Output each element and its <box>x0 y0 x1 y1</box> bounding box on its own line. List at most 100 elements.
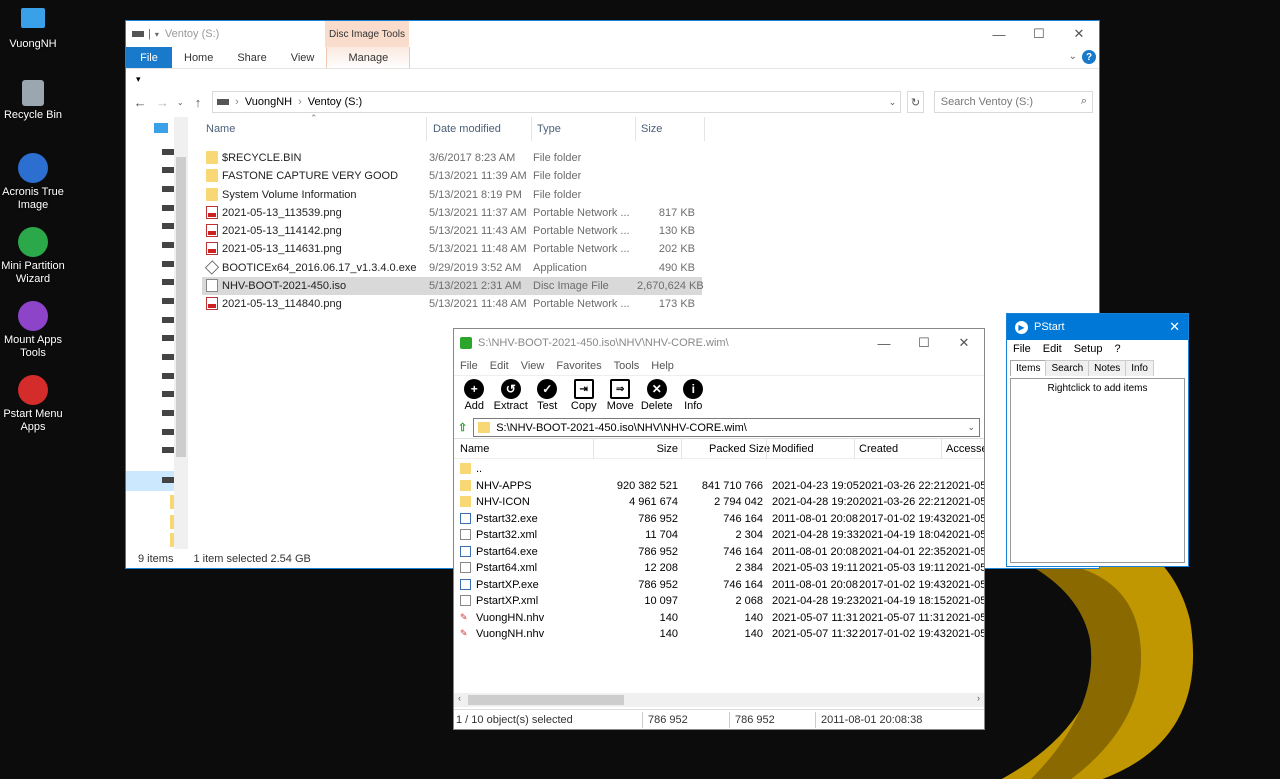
info-button[interactable]: i Info <box>675 376 712 412</box>
tab-manage[interactable]: Manage <box>326 47 411 68</box>
drive-icon[interactable] <box>162 373 174 379</box>
path-dropdown-icon[interactable]: ⌄ <box>967 422 975 433</box>
drive-icon[interactable] <box>162 186 174 192</box>
drive-icon[interactable] <box>162 279 174 285</box>
move-button[interactable]: ⇒ Move <box>602 376 639 412</box>
this-pc-icon[interactable] <box>154 123 168 133</box>
close-button[interactable]: ✕ <box>1059 21 1099 47</box>
tab-search[interactable]: Search <box>1045 360 1090 376</box>
drive-icon[interactable] <box>162 167 174 173</box>
archive-row[interactable]: ✎ VuongNH.nhv 140 140 2021-05-07 11:32 2017-0… <box>454 626 984 643</box>
archive-path-input[interactable]: S:\NHV-BOOT-2021-450.iso\NHV\NHV-CORE.wi… <box>473 418 980 437</box>
up-button[interactable]: ↑ <box>190 95 206 110</box>
drive-icon[interactable] <box>162 149 174 155</box>
maximize-button[interactable]: ☐ <box>904 329 944 357</box>
drive-icon[interactable] <box>162 354 174 360</box>
breadcrumb-item[interactable]: Ventoy (S:) <box>308 96 362 108</box>
column-divider[interactable] <box>766 439 767 459</box>
column-divider[interactable] <box>426 117 427 141</box>
scrollbar-thumb[interactable] <box>468 695 624 705</box>
file-row[interactable]: FASTONE CAPTURE VERY GOOD 5/13/2021 11:39… <box>202 167 702 185</box>
drive-icon[interactable] <box>162 298 174 304</box>
file-row[interactable]: 2021-05-13_113539.png 5/13/2021 11:37 AM P… <box>202 204 702 222</box>
menu-item-help[interactable]: Help <box>651 360 674 372</box>
menu-item-favorites[interactable]: Favorites <box>556 360 601 372</box>
file-row[interactable]: BOOTICEx64_2016.06.17_v1.3.4.0.exe 9/29/2… <box>202 259 702 277</box>
tab-view[interactable]: View <box>279 47 327 68</box>
archive-row[interactable]: PstartXP.xml 10 097 2 068 2021-04-28 19:23 2… <box>454 593 984 610</box>
column-divider[interactable] <box>941 439 942 459</box>
column-type[interactable]: Type <box>537 123 561 135</box>
tab-home[interactable]: Home <box>172 47 225 68</box>
refresh-button[interactable]: ↻ <box>907 91 924 113</box>
archive-row[interactable]: Pstart64.exe 786 952 746 164 2011-08-01 20:… <box>454 544 984 561</box>
copy-button[interactable]: ⇥ Copy <box>566 376 603 412</box>
scrollbar-thumb[interactable] <box>176 157 186 457</box>
column-accessed[interactable]: Accesse <box>946 443 984 455</box>
column-name[interactable]: Name <box>460 443 489 455</box>
minimize-button[interactable]: — <box>979 21 1019 47</box>
menu-item-file[interactable]: File <box>460 360 478 372</box>
address-bar[interactable]: › VuongNH › Ventoy (S:) ⌄ <box>212 91 902 113</box>
drive-icon[interactable] <box>162 205 174 211</box>
drive-icon[interactable] <box>162 391 174 397</box>
column-divider[interactable] <box>681 439 682 459</box>
drive-icon[interactable] <box>162 261 174 267</box>
desktop-icon-acronis[interactable]: Acronis True Image <box>0 153 66 212</box>
desktop-icon-partition-wizard[interactable]: Mini Partition Wizard <box>0 227 66 286</box>
archive-row[interactable]: Pstart64.xml 12 208 2 384 2021-05-03 19:11 2… <box>454 560 984 577</box>
archive-horizontal-scrollbar[interactable]: ‹ › <box>454 693 984 707</box>
column-packed-size[interactable]: Packed Size <box>709 443 770 455</box>
archive-row[interactable]: ✎ VuongHN.nhv 140 140 2021-05-07 11:31 2021-0… <box>454 610 984 627</box>
column-date-modified[interactable]: Date modified <box>433 123 501 135</box>
archive-row[interactable]: NHV-APPS 920 382 521 841 710 766 2021-04-23… <box>454 478 984 495</box>
drive-icon[interactable] <box>162 429 174 435</box>
file-row[interactable]: 2021-05-13_114840.png 5/13/2021 11:48 AM P… <box>202 295 702 313</box>
tab-share[interactable]: Share <box>225 47 278 68</box>
column-size[interactable]: Size <box>641 123 662 135</box>
column-divider[interactable] <box>635 117 636 141</box>
menu-item-tools[interactable]: Tools <box>614 360 640 372</box>
pstart-titlebar[interactable]: ▶ PStart ✕ <box>1007 314 1188 340</box>
column-divider[interactable] <box>704 117 705 141</box>
explorer-titlebar[interactable]: | ▾ Ventoy (S:) Disc Image Tools — ☐ ✕ <box>126 21 1099 47</box>
menu-item-file[interactable]: File <box>1013 343 1031 355</box>
tab-info[interactable]: Info <box>1125 360 1154 376</box>
search-input[interactable]: Search Ventoy (S:) ⌕ <box>933 91 1093 113</box>
tab-notes[interactable]: Notes <box>1088 360 1127 376</box>
menu-item-setup[interactable]: Setup <box>1074 343 1103 355</box>
tab-file[interactable]: File <box>126 47 172 68</box>
customize-toolbar-icon[interactable]: ▾ <box>136 74 141 85</box>
add-button[interactable]: + Add <box>456 376 493 412</box>
column-divider[interactable] <box>531 117 532 141</box>
archive-titlebar[interactable]: S:\NHV-BOOT-2021-450.iso\NHV\NHV-CORE.wi… <box>454 329 984 357</box>
menu-item-edit[interactable]: Edit <box>490 360 509 372</box>
menu-item-view[interactable]: View <box>521 360 545 372</box>
file-row[interactable]: 2021-05-13_114631.png 5/13/2021 11:48 AM P… <box>202 240 702 258</box>
scroll-left-icon[interactable]: ‹ <box>458 693 461 703</box>
help-icon[interactable]: ? <box>1082 50 1096 64</box>
back-button[interactable]: ← <box>132 95 148 110</box>
archive-row[interactable]: Pstart32.exe 786 952 746 164 2011-08-01 20:… <box>454 511 984 528</box>
delete-button[interactable]: ✕ Delete <box>639 376 676 412</box>
close-button[interactable]: ✕ <box>944 329 984 357</box>
menu-item-edit[interactable]: Edit <box>1043 343 1062 355</box>
drive-icon[interactable] <box>162 447 174 453</box>
column-name[interactable]: Name <box>206 123 235 135</box>
maximize-button[interactable]: ☐ <box>1019 21 1059 47</box>
archive-row[interactable]: Pstart32.xml 11 704 2 304 2021-04-28 19:33 2… <box>454 527 984 544</box>
column-divider[interactable] <box>593 439 594 459</box>
desktop-icon-pstart[interactable]: Pstart Menu Apps <box>0 375 66 434</box>
test-button[interactable]: ✓ Test <box>529 376 566 412</box>
column-created[interactable]: Created <box>859 443 898 455</box>
file-row[interactable]: NHV-BOOT-2021-450.iso 5/13/2021 2:31 AM Di… <box>202 277 704 296</box>
file-row[interactable]: 2021-05-13_114142.png 5/13/2021 11:43 AM P… <box>202 222 702 240</box>
drive-icon[interactable] <box>162 317 174 323</box>
navigation-scrollbar[interactable] <box>174 117 188 549</box>
tab-items[interactable]: Items <box>1010 360 1047 376</box>
column-size[interactable]: Size <box>634 443 678 455</box>
column-divider[interactable] <box>854 439 855 459</box>
close-icon[interactable]: ✕ <box>1169 319 1180 335</box>
desktop-icon-this-pc[interactable]: VuongNH <box>0 6 66 51</box>
drive-icon[interactable] <box>162 223 174 229</box>
